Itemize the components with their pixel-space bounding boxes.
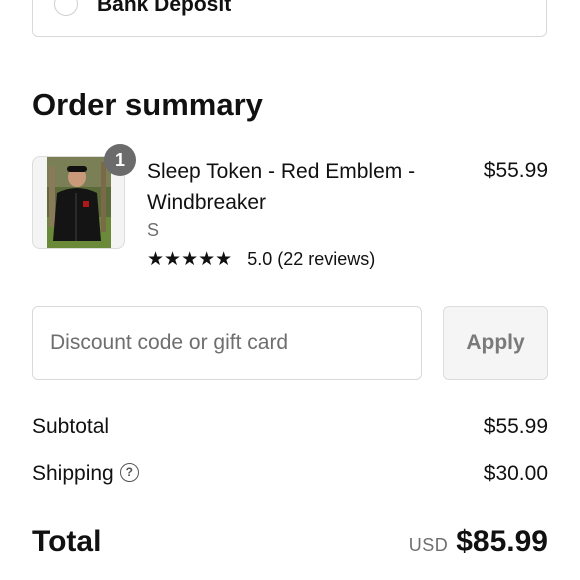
shipping-row: Shipping? $30.00 — [32, 459, 548, 489]
product-image — [47, 157, 111, 248]
star-rating-icon: ★★★★★ — [147, 249, 233, 270]
total-label: Total — [32, 525, 102, 558]
discount-code-input[interactable] — [32, 306, 422, 380]
quantity-badge: 1 — [104, 144, 136, 176]
total-row: Total USD $85.99 — [32, 522, 548, 562]
payment-option-label: Bank Deposit — [97, 0, 232, 16]
subtotal-row: Subtotal $55.99 — [32, 412, 548, 442]
shipping-label: Shipping — [32, 462, 114, 485]
payment-option-bank-deposit[interactable]: Bank Deposit — [32, 0, 547, 37]
rating-text: 5.0 (22 reviews) — [247, 249, 376, 269]
product-variant: S — [147, 220, 160, 240]
currency-code: USD — [408, 535, 449, 555]
shipping-label-wrap: Shipping? — [32, 459, 139, 489]
subtotal-value: $55.99 — [483, 415, 548, 438]
product-rating: ★★★★★ 5.0 (22 reviews) — [147, 249, 375, 270]
product-price: $55.99 — [483, 159, 548, 182]
total-amount: $85.99 — [456, 525, 548, 558]
order-summary-title: Order summary — [32, 87, 263, 122]
radio-button[interactable] — [54, 0, 78, 16]
question-circle-icon[interactable]: ? — [119, 462, 139, 482]
product-title: Sleep Token - Red Emblem - Windbreaker — [147, 160, 416, 214]
apply-discount-button[interactable]: Apply — [443, 306, 548, 380]
subtotal-label: Subtotal — [32, 415, 110, 438]
total-amount-wrap: USD $85.99 — [409, 522, 548, 567]
shipping-value: $30.00 — [483, 462, 548, 485]
